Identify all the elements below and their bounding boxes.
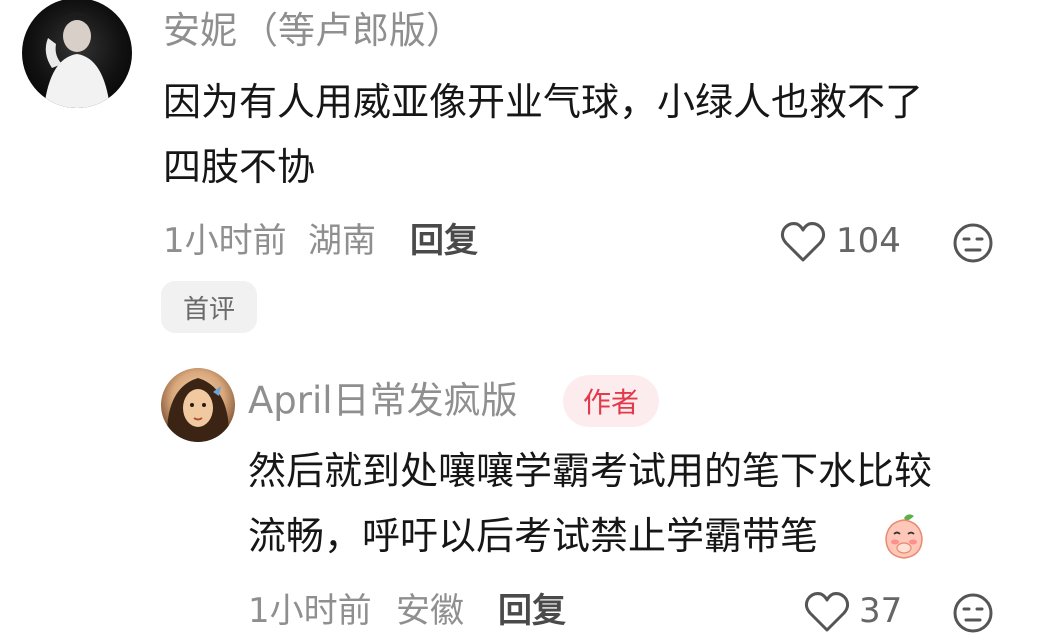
comment-location: 湖南 xyxy=(308,221,376,261)
like-count: 104 xyxy=(836,221,901,261)
first-comment-tag: 首评 xyxy=(161,281,257,333)
author-badge: 作者 xyxy=(563,375,659,427)
comment-time: 1小时前 xyxy=(163,221,287,261)
heart-outline-icon[interactable] xyxy=(780,220,826,264)
unhappy-face-icon[interactable] xyxy=(952,592,994,634)
like-count: 37 xyxy=(859,591,903,631)
reply-button[interactable]: 回复 xyxy=(410,224,478,258)
user-avatar[interactable] xyxy=(161,368,235,442)
heart-outline-icon[interactable] xyxy=(804,590,850,634)
reply-button[interactable]: 回复 xyxy=(498,594,566,628)
username-suffix[interactable]: （等卢郎版） xyxy=(241,9,463,52)
user-avatar[interactable] xyxy=(22,0,132,108)
comment-time: 1小时前 xyxy=(248,591,372,631)
username[interactable]: 安妮 xyxy=(163,9,237,52)
comment-text-line-2: 四肢不协 xyxy=(163,145,316,189)
comment-location: 安徽 xyxy=(396,591,464,631)
comment-text-line-2: 流畅，呼吁以后考试禁止学霸带笔 xyxy=(248,514,819,558)
unhappy-face-icon[interactable] xyxy=(952,222,994,264)
peach-emoji-icon xyxy=(880,512,928,560)
comment-text-line-1: 因为有人用威亚像开业气球，小绿人也救不了 xyxy=(163,80,924,124)
username[interactable]: April日常发疯版 xyxy=(248,382,518,419)
comment-text-line-1: 然后就到处嚷嚷学霸考试用的笔下水比较 xyxy=(248,449,933,493)
